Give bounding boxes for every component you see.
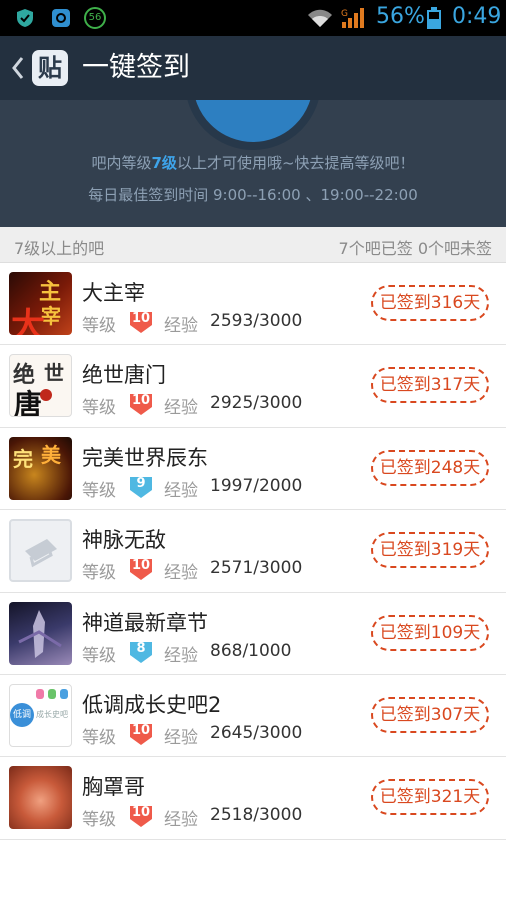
svg-text:G: G	[341, 9, 348, 19]
signed-status-stamp: 已签到317天	[371, 367, 489, 404]
back-arrow-icon[interactable]	[8, 52, 28, 84]
bar-list: 主 宰 大 大主宰 等级 10 经验 2593/3000 已签到316天 绝 世…	[0, 263, 506, 840]
bar-avatar	[9, 766, 72, 830]
notification-badge-icon: 56	[84, 7, 106, 29]
bar-avatar	[9, 519, 72, 583]
list-item[interactable]: 完 美 完美世界辰东 等级 9 经验 1997/2000 已签到248天	[0, 427, 506, 511]
signed-status-stamp: 已签到109天	[371, 614, 489, 651]
signal-icon: G	[341, 8, 364, 28]
level-badge-icon: 10	[128, 391, 154, 417]
level-badge-icon: 9	[128, 474, 154, 500]
bar-name: 完美世界辰东	[82, 445, 208, 470]
bar-name: 胸罩哥	[82, 775, 145, 800]
signed-status-stamp: 已签到248天	[371, 449, 489, 486]
sign-summary: 7个吧已签 0个吧未签	[338, 239, 492, 258]
bar-avatar: 完 美	[9, 436, 72, 500]
list-item[interactable]: 胸罩哥 等级 10 经验 2518/3000 已签到321天	[0, 757, 506, 840]
clock: 0:49	[452, 4, 502, 29]
signed-status-stamp: 已签到321天	[371, 779, 489, 816]
bar-name: 神道最新章节	[82, 610, 208, 635]
section-header: 7级以上的吧 7个吧已签 0个吧未签	[0, 227, 506, 263]
level-requirement-text: 吧内等级7级以上才可使用哦~快去提高等级吧！	[91, 154, 415, 172]
level-badge-icon: 10	[128, 803, 154, 829]
bar-name: 神脉无敌	[82, 528, 166, 553]
shield-icon	[17, 9, 33, 27]
level-badge-icon: 10	[128, 309, 154, 335]
battery-icon	[427, 7, 441, 29]
app-header: 贴 一键签到	[0, 36, 506, 100]
sign-in-button[interactable]	[185, 100, 321, 150]
bar-name: 绝世唐门	[82, 363, 166, 388]
bar-avatar: 主 宰 大	[9, 272, 72, 335]
tieba-logo-icon: 贴	[32, 50, 68, 86]
level-highlight: 7级	[151, 154, 177, 172]
bar-avatar: 绝 世 唐	[9, 354, 72, 418]
status-bar: 56 G 56% 0:49	[0, 0, 506, 36]
default-bar-icon	[25, 539, 57, 568]
bar-avatar	[9, 601, 72, 665]
best-time-text: 每日最佳签到时间 9:00--16:00 、19:00--22:00	[88, 186, 418, 204]
bar-avatar: 低调 成长史吧	[9, 683, 72, 747]
section-title: 7级以上的吧	[14, 239, 105, 258]
bar-name: 大主宰	[82, 281, 145, 305]
list-item[interactable]: 神脉无敌 等级 10 经验 2571/3000 已签到319天	[0, 510, 506, 593]
list-item[interactable]: 主 宰 大 大主宰 等级 10 经验 2593/3000 已签到316天	[0, 263, 506, 346]
battery-percent: 56%	[376, 4, 425, 29]
camera-app-icon	[52, 9, 70, 27]
list-item[interactable]: 神道最新章节 等级 8 经验 868/1000 已签到109天	[0, 592, 506, 675]
sign-banner: 吧内等级7级以上才可使用哦~快去提高等级吧！ 每日最佳签到时间 9:00--16…	[0, 100, 506, 227]
signed-status-stamp: 已签到307天	[371, 696, 489, 733]
wifi-icon	[308, 9, 332, 27]
signed-status-stamp: 已签到319天	[371, 532, 489, 569]
signed-status-stamp: 已签到316天	[371, 285, 489, 321]
level-badge-icon: 10	[128, 721, 154, 747]
list-item[interactable]: 绝 世 唐 绝世唐门 等级 10 经验 2925/3000 已签到317天	[0, 345, 506, 428]
list-item[interactable]: 低调 成长史吧 低调成长史吧2 等级 10 经验 2645/3000 已签到30…	[0, 674, 506, 758]
bar-name: 低调成长史吧2	[82, 692, 222, 717]
level-badge-icon: 10	[128, 556, 154, 582]
page-title: 一键签到	[82, 52, 190, 83]
level-badge-icon: 8	[128, 639, 154, 665]
